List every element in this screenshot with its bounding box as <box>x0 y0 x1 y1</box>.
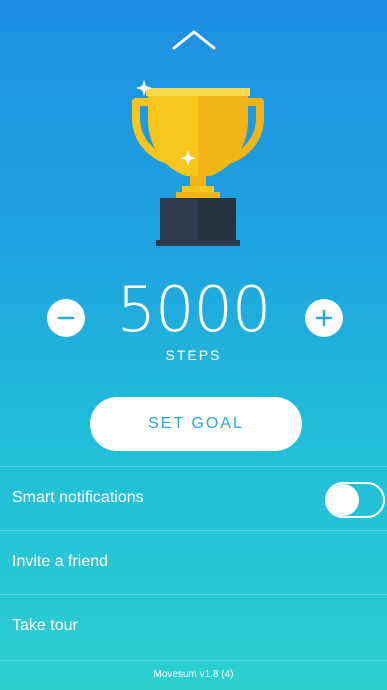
steps-unit-label: STEPS <box>165 347 222 363</box>
trophy-icon <box>132 80 264 246</box>
minus-icon <box>57 316 75 320</box>
steps-goal-value: 5000 <box>116 273 272 346</box>
smart-notifications-toggle[interactable] <box>325 482 385 518</box>
smart-notifications-label: Smart notifications <box>12 489 144 506</box>
invite-friend-label: Invite a friend <box>12 553 109 570</box>
settings-row-take-tour[interactable]: Take tour <box>0 594 387 658</box>
toggle-knob <box>327 484 359 516</box>
decrease-goal-button[interactable] <box>47 299 85 337</box>
goal-stepper: 5000 STEPS <box>0 272 387 364</box>
set-goal-button[interactable]: SET GOAL <box>90 397 302 451</box>
settings-list: Smart notifications Invite a friend Take… <box>0 466 387 658</box>
settings-row-smart-notifications[interactable]: Smart notifications <box>0 466 387 530</box>
settings-row-invite-friend[interactable]: Invite a friend <box>0 530 387 594</box>
chevron-up-icon[interactable] <box>172 28 216 50</box>
app-version: Movesum v1.8 (4) <box>0 660 387 690</box>
increase-goal-button[interactable] <box>305 299 343 337</box>
plus-icon <box>315 309 333 327</box>
goal-screen: 5000 STEPS SET GOAL Smart notifications … <box>0 0 387 690</box>
take-tour-label: Take tour <box>12 617 78 634</box>
